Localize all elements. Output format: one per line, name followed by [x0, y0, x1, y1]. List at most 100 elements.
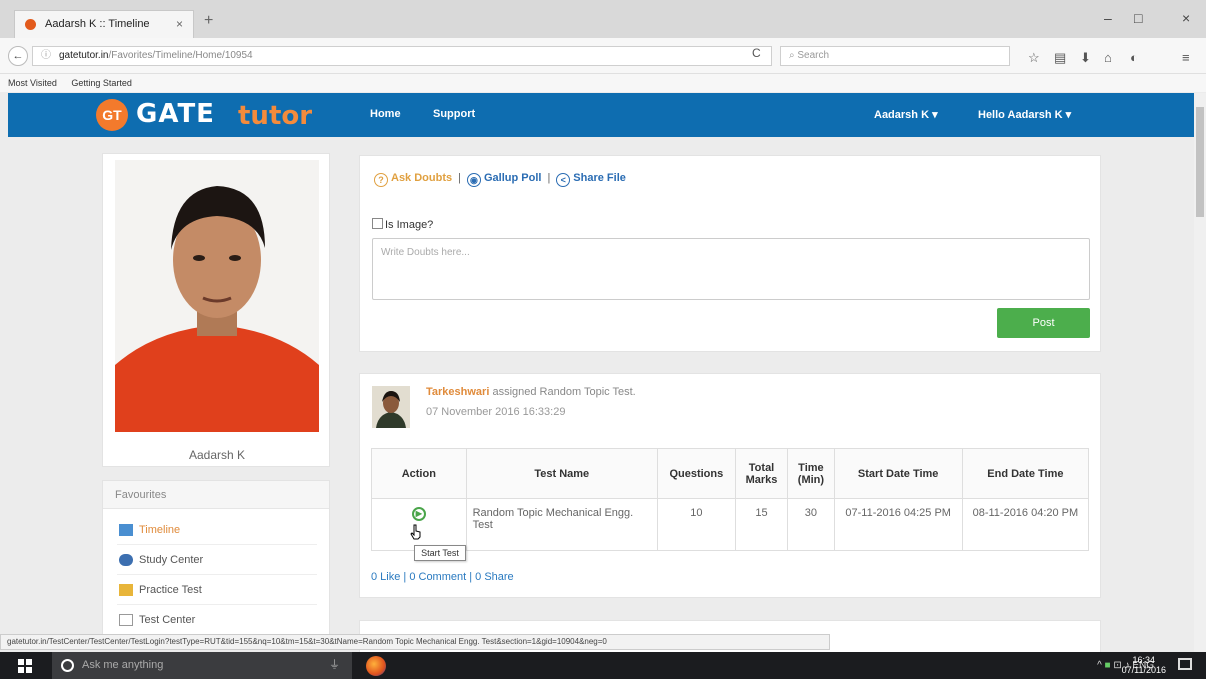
fav-item-test-center[interactable]: Test Center — [117, 605, 317, 635]
test-name-cell: Random Topic Mechanical Engg. Test — [465, 498, 658, 551]
nav-support[interactable]: Support — [433, 108, 475, 120]
new-tab-button[interactable]: + — [204, 12, 213, 30]
table-header-row: Action Test Name Questions Total Marks T… — [371, 448, 1090, 499]
minimize-button[interactable]: – — [1104, 10, 1112, 26]
total-marks-cell: 15 — [734, 498, 789, 551]
hello-user-menu[interactable]: Hello Aadarsh K ▾ — [978, 108, 1071, 121]
tab-title: Aadarsh K :: Timeline — [45, 18, 150, 30]
column-header: End Date Time — [961, 448, 1090, 499]
logo-badge[interactable]: GT — [96, 99, 128, 131]
address-bar[interactable]: ⓘ gatetutor.in/Favorites/Timeline/Home/1… — [32, 46, 772, 66]
start-date-cell: 07-11-2016 04:25 PM — [833, 498, 963, 551]
firefox-icon[interactable] — [366, 656, 386, 676]
separator: | — [458, 172, 461, 184]
share-file-option[interactable]: < Share File — [556, 172, 626, 187]
fav-item-study-center[interactable]: Study Center — [117, 545, 317, 575]
browser-tab-bar: Aadarsh K :: Timeline × + – □ × — [0, 0, 1206, 38]
windows-start-icon[interactable] — [18, 659, 32, 673]
hand-cursor-icon — [410, 524, 421, 540]
share-icon: < — [556, 173, 571, 187]
feed-item: Tarkeshwari assigned Random Topic Test. … — [359, 373, 1101, 598]
browser-tab[interactable]: Aadarsh K :: Timeline × — [14, 10, 194, 38]
study-center-icon — [119, 554, 133, 566]
windows-taskbar: Ask me anything ⏚ ^ ■ ⊡ ♪ ENG 16:34 07/1… — [0, 652, 1206, 679]
reload-button[interactable]: C — [752, 46, 761, 60]
logo-text[interactable]: GATE — [136, 99, 215, 129]
bookmarks-bar: Most Visited Getting Started — [0, 74, 1206, 92]
favourites-heading: Favourites — [103, 481, 329, 509]
start-test-tooltip: Start Test — [414, 545, 466, 561]
gallup-poll-option[interactable]: ◉ Gallup Poll — [466, 172, 541, 187]
scrollbar-thumb[interactable] — [1196, 107, 1204, 217]
is-image-checkbox[interactable]: Is Image? — [372, 218, 433, 231]
logo-accent-text[interactable]: tutor — [238, 101, 312, 131]
taskbar-clock[interactable]: 16:34 07/11/2016 — [1122, 655, 1166, 675]
test-center-icon — [119, 614, 133, 626]
maximize-button[interactable]: □ — [1134, 10, 1142, 26]
browser-nav-bar: ← ⓘ gatetutor.in/Favorites/Timeline/Home… — [0, 38, 1206, 74]
tab-close-icon[interactable]: × — [176, 11, 183, 37]
tray-app-icon[interactable]: ■ — [1105, 660, 1111, 671]
column-header: Action — [371, 448, 467, 499]
back-button[interactable]: ← — [8, 46, 28, 66]
profile-card: Aadarsh K — [102, 153, 330, 467]
question-icon: ? — [374, 173, 388, 187]
menu-icon[interactable]: ≡ — [1182, 50, 1190, 65]
tray-chevron-icon[interactable]: ^ — [1097, 660, 1102, 671]
feed-headline: Tarkeshwari assigned Random Topic Test. — [426, 386, 636, 398]
clock-date: 07/11/2016 — [1121, 665, 1166, 675]
profile-name[interactable]: Aadarsh K — [103, 448, 331, 462]
table-row: ▶ Random Topic Mechanical Engg. Test 10 … — [371, 498, 1090, 551]
timeline-icon — [119, 524, 133, 536]
page-scrollbar[interactable] — [1194, 93, 1206, 653]
time-cell: 30 — [787, 498, 835, 551]
fav-item-label: Practice Test — [139, 584, 202, 596]
author-avatar[interactable] — [372, 386, 410, 428]
url-path: /Favorites/Timeline/Home/10954 — [108, 50, 253, 61]
fav-item-timeline[interactable]: Timeline — [117, 515, 317, 545]
profile-photo — [115, 160, 319, 432]
favicon-icon — [25, 19, 36, 30]
post-button[interactable]: Post — [997, 308, 1090, 338]
checkbox-box[interactable] — [372, 218, 383, 229]
feed-datetime: 07 November 2016 16:33:29 — [426, 406, 566, 418]
ask-doubts-option[interactable]: ? Ask Doubts — [374, 172, 452, 187]
fav-item-label: Test Center — [139, 614, 196, 626]
browser-search-input[interactable]: ⌕ Search — [780, 46, 1010, 66]
author-link[interactable]: Tarkeshwari — [426, 386, 489, 398]
fav-item-label: Study Center — [139, 554, 204, 566]
column-header: Time (Min) — [787, 448, 835, 499]
start-test-icon[interactable]: ▶ — [411, 507, 426, 521]
poll-icon: ◉ — [466, 173, 481, 187]
column-header: Total Marks — [734, 448, 789, 499]
pocket-icon[interactable]: ◐ — [1130, 50, 1138, 65]
url-host: gatetutor.in — [59, 50, 109, 61]
column-header: Questions — [656, 448, 736, 499]
microphone-icon[interactable]: ⏚ — [329, 652, 340, 679]
fav-item-practice-test[interactable]: Practice Test — [117, 575, 317, 605]
doubts-textarea[interactable]: Write Doubts here... — [372, 238, 1090, 300]
search-placeholder: Search — [797, 50, 830, 61]
favourites-panel: Favourites Timeline Study Center Practic… — [102, 480, 330, 650]
home-icon[interactable]: ⌂ — [1104, 50, 1112, 65]
clock-time: 16:34 — [1132, 655, 1156, 665]
post-box: ? Ask Doubts | ◉ Gallup Poll | < Share File Is … — [359, 155, 1101, 352]
nav-home[interactable]: Home — [370, 108, 401, 120]
taskbar-search[interactable]: Ask me anything ⏚ — [52, 652, 352, 679]
notifications-icon[interactable] — [1178, 658, 1192, 670]
close-window-button[interactable]: × — [1182, 10, 1190, 26]
practice-test-icon — [119, 584, 133, 596]
test-table: Action Test Name Questions Total Marks T… — [371, 448, 1090, 551]
bookmark-star-icon[interactable]: ☆ — [1028, 50, 1040, 66]
info-icon[interactable]: ⓘ — [41, 47, 51, 65]
column-header: Start Date Time — [833, 448, 963, 499]
bookmark-getting-started[interactable]: Getting Started — [71, 78, 132, 88]
social-actions[interactable]: 0 Like | 0 Comment | 0 Share — [371, 571, 514, 583]
fav-item-label: Timeline — [139, 524, 181, 536]
download-icon[interactable]: ⬇ — [1080, 50, 1091, 66]
user-menu[interactable]: Aadarsh K ▾ — [874, 108, 938, 121]
network-icon[interactable]: ⊡ — [1113, 660, 1121, 671]
bookmark-most-visited[interactable]: Most Visited — [8, 78, 57, 88]
reading-list-icon[interactable]: ▤ — [1054, 50, 1066, 66]
questions-cell: 10 — [656, 498, 736, 551]
